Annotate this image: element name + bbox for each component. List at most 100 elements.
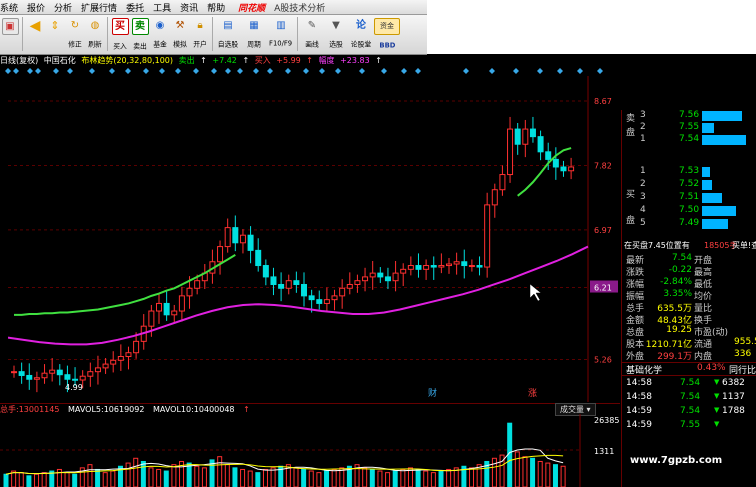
fund-button[interactable]: ◉ 基金 (150, 15, 170, 53)
indicator-name[interactable]: 布林趋势(20,32,80,100) (81, 56, 173, 65)
candle-body (224, 227, 231, 248)
window-button[interactable]: ▣ (0, 15, 20, 53)
vol-value: 13001145 (18, 405, 60, 414)
tick-row: 14:59 7.54 ▼ 1788 (622, 406, 756, 417)
candle-body (507, 128, 514, 176)
volume-bar (293, 467, 299, 487)
sell-book-row[interactable]: 1 7.54 (622, 134, 756, 146)
volume-bar (247, 470, 253, 487)
sell-book-row[interactable]: 3 7.56 (622, 110, 756, 122)
candle-body (110, 359, 117, 365)
draw-line-button[interactable]: ✎ 画线 (300, 15, 324, 53)
menu-item-tools[interactable]: 工具 (153, 1, 171, 14)
menu-item-analysis[interactable]: 分析 (54, 1, 72, 14)
volume-chart[interactable]: 26385 1311 (0, 414, 620, 487)
buy-book-row[interactable]: 5 7.49 (622, 218, 756, 230)
quote-value: 3.35% (663, 289, 692, 299)
volume-bar (133, 457, 139, 487)
quote-value: 7.54 (671, 253, 692, 263)
updown-button[interactable]: ⇕ (45, 15, 65, 53)
open-account-button[interactable]: 🔒︎ 开户 (190, 15, 210, 53)
menu-item-help[interactable]: 帮助 (207, 1, 225, 14)
volume-bar (232, 467, 238, 487)
volume-bar (270, 467, 276, 487)
candle-body (323, 299, 330, 304)
volume-bar (186, 462, 192, 487)
candle-body (369, 272, 376, 278)
bbd-button[interactable]: 资金 BBD (374, 15, 400, 53)
volume-bar (507, 422, 513, 487)
app-logo: 同花顺 (238, 3, 266, 14)
stock-select-button[interactable]: ▼ 选股 (324, 15, 348, 53)
volume-bar (415, 468, 421, 487)
volume-bar (156, 468, 162, 487)
volume-bar (430, 472, 436, 487)
sell-label: 卖出 (178, 56, 195, 65)
menu-item-extended[interactable]: 扩展行情 (81, 1, 117, 14)
candle-body (41, 372, 48, 379)
buy-value: +5.99 (276, 56, 301, 65)
signal-diamond-icon (143, 68, 149, 74)
buy-book-row[interactable]: 1 7.53 (622, 166, 756, 178)
tick-price: 7.54 (680, 406, 701, 416)
f10-icon: ▥ (276, 19, 286, 31)
volume-bar (469, 467, 475, 487)
big-order-notice[interactable]: 在买盘7.45位置有18505手买单!查看 (622, 240, 756, 252)
watchlist-button[interactable]: ▤ 自选股 (215, 15, 241, 53)
back-button[interactable]: ◀ (25, 15, 45, 53)
candle-body (491, 189, 498, 206)
buy-volume-bar (702, 193, 722, 203)
signal-diamond-icon (537, 68, 543, 74)
volume-bar (240, 468, 246, 487)
signal-diamond-row (5, 68, 603, 74)
sell-button[interactable]: 卖卖出 (130, 15, 150, 53)
volume-bar (362, 467, 368, 487)
menu-item-news[interactable]: 资讯 (180, 1, 198, 14)
period-label[interactable]: 日线(复权) (0, 56, 38, 65)
volume-bar (385, 472, 391, 487)
period-button[interactable]: ▦ 周期 (241, 15, 267, 53)
simulate-button[interactable]: ⚒ 模拟 (170, 15, 190, 53)
f10-button[interactable]: ▥ F10/F9 (267, 15, 295, 53)
buy-button[interactable]: 买买入 (110, 15, 130, 53)
candle-body (194, 280, 201, 289)
quote-row: 涨幅 -2.84% 最低 (622, 277, 756, 290)
signal-diamond-icon (125, 68, 131, 74)
sector-row[interactable]: 基础化学 0.43%同行比较 (622, 362, 756, 376)
candle-body (537, 136, 544, 153)
toolbar-separator (297, 17, 298, 51)
signal-diamond-icon (319, 68, 325, 74)
tick-price: 7.55 (680, 420, 701, 430)
big-order-tail: 买单!查看 (732, 241, 756, 250)
refresh-button[interactable]: ◍ 刷新 (85, 15, 105, 53)
buy-book-row[interactable]: 2 7.52 (622, 179, 756, 191)
volume-bar (438, 470, 444, 487)
price-chart[interactable]: 8.677.826.976.215.266.214.99财涨 (8, 76, 620, 402)
candle-body (339, 287, 346, 297)
fix-button[interactable]: ↻ 修正 (65, 15, 85, 53)
volume-bar (201, 467, 207, 487)
menu-item-quote[interactable]: 报价 (27, 1, 45, 14)
menu-item-system[interactable]: 系统 (0, 1, 18, 14)
candle-body (102, 363, 109, 369)
buy-book-row[interactable]: 4 7.50 (622, 205, 756, 217)
down-triangle-icon: ▼ (714, 392, 720, 400)
menu-item-trade[interactable]: 委托 (126, 1, 144, 14)
mavol10-value: 10400048 (193, 405, 235, 414)
forum-button[interactable]: 论论股堂 (348, 15, 374, 53)
volume-bar (64, 472, 70, 487)
sell-book-row[interactable]: 2 7.55 (622, 122, 756, 134)
quote-row: 股本1210.71亿流通955.5 (622, 337, 756, 350)
up-down-arrow-icon: ⇕ (50, 19, 60, 32)
candle-body (384, 276, 391, 282)
y-tick-label: 6.97 (594, 226, 612, 235)
buy-arrow-icon: ↑ (306, 56, 313, 65)
buy-book-row[interactable]: 3 7.51 (622, 192, 756, 204)
candle-body (262, 265, 269, 278)
sell-level: 1 (640, 134, 646, 144)
volume-bar (3, 473, 9, 487)
peer-compare-link[interactable]: 同行比较 (729, 363, 756, 376)
buy-volume-bar (702, 206, 736, 216)
candle-body (156, 302, 162, 312)
signal-diamond-icon (463, 68, 469, 74)
